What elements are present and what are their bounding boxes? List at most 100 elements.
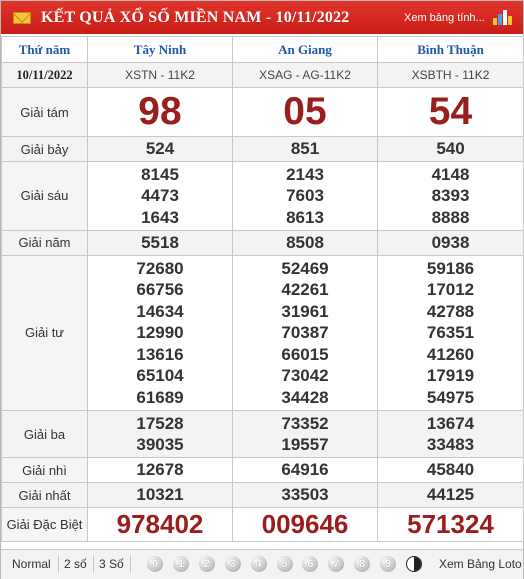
prize-cell: 45840	[377, 457, 524, 484]
draw-date: 10/11/2022	[1, 62, 88, 88]
option-normal[interactable]: Normal	[12, 557, 51, 571]
winning-number: 42788	[426, 301, 475, 321]
winning-number: 4473	[141, 186, 179, 206]
winning-number: 72680	[136, 258, 184, 278]
prize-cell: 54	[377, 87, 524, 137]
prize-cell: 33503	[232, 482, 378, 509]
winning-number: 73352	[281, 413, 329, 433]
winning-number: 73042	[281, 366, 329, 386]
winning-number: 2143	[286, 164, 324, 184]
winning-number: 10321	[136, 485, 184, 505]
prize-cell: 12678	[87, 457, 233, 484]
prize-label: Giải Đặc Biệt	[1, 507, 88, 543]
ticket-code: XSBTH - 11K2	[377, 62, 524, 88]
prize-cell: 64916	[232, 457, 378, 484]
winning-number: 34428	[281, 387, 329, 407]
winning-number: 7603	[286, 186, 324, 206]
option-3-so[interactable]: 3 Số	[99, 557, 124, 571]
prize-cell: 13674 33483	[377, 409, 524, 459]
divider	[130, 555, 131, 573]
winning-number: 64916	[281, 460, 329, 480]
winning-number: 65104	[136, 366, 184, 386]
winning-number: 17919	[426, 366, 475, 386]
winning-number: 851	[290, 139, 320, 159]
winning-number: 42261	[281, 280, 329, 300]
winning-number: 8613	[286, 207, 324, 227]
winning-number: 1643	[141, 207, 179, 227]
winning-number: 45840	[426, 460, 475, 480]
prize-label: Giải năm	[1, 229, 88, 256]
digit-ball-9[interactable]: 9	[380, 556, 397, 572]
winning-number: 76351	[426, 323, 475, 343]
prize-label: Giải nhì	[1, 457, 88, 484]
prize-label: Giải bảy	[1, 136, 88, 162]
prize-cell: 8145 4473 1643	[87, 161, 233, 231]
winning-number: 41260	[426, 344, 475, 364]
prize-cell: 59186 17012 42788 76351 41260 17919 54975	[377, 254, 524, 411]
prize-cell: 44125	[377, 482, 524, 509]
winning-number: 8508	[286, 233, 324, 253]
digit-ball-7[interactable]: 7	[328, 556, 345, 572]
winning-number: 8888	[431, 207, 470, 227]
weekday-header: Thứ năm	[1, 36, 88, 63]
lottery-widget: KẾT QUẢ XỔ SỐ MIỀN NAM - 10/11/2022 Xem …	[0, 0, 524, 579]
view-table-link[interactable]: Xem bảng tính...	[404, 12, 485, 24]
prize-cell: 2143 7603 8613	[232, 161, 378, 231]
results-header: KẾT QUẢ XỔ SỐ MIỀN NAM - 10/11/2022 Xem …	[1, 1, 523, 34]
winning-number: 13616	[136, 344, 184, 364]
option-2-so[interactable]: 2 số	[64, 557, 87, 571]
winning-number: 54975	[426, 387, 475, 407]
results-table: Thứ năm Tây Ninh An Giang Bình Thuận 10/…	[1, 36, 524, 543]
winning-number: 33503	[281, 485, 329, 505]
winning-number: 12990	[136, 323, 184, 343]
prize-cell: 8508	[232, 229, 378, 256]
prize-cell: 524	[87, 136, 233, 162]
ticket-code: XSTN - 11K2	[87, 62, 233, 88]
yin-yang-icon[interactable]	[406, 556, 422, 572]
digit-ball-8[interactable]: 8	[354, 556, 371, 572]
winning-number: 52469	[281, 258, 329, 278]
prize-label: Giải tám	[1, 87, 88, 137]
digit-ball-2[interactable]: 2	[198, 556, 215, 572]
winning-number: 39035	[136, 435, 184, 455]
digit-ball-3[interactable]: 3	[224, 556, 241, 572]
prize-cell: 851	[232, 136, 378, 162]
winning-number: 13674	[426, 413, 475, 433]
prize-cell: 05	[232, 87, 378, 137]
digit-ball-0[interactable]: 0	[147, 556, 163, 572]
winning-number: 98	[138, 90, 182, 133]
province-header-tay-ninh[interactable]: Tây Ninh	[87, 36, 233, 63]
results-title: KẾT QUẢ XỔ SỐ MIỀN NAM - 10/11/2022	[41, 9, 350, 26]
winning-number: 59186	[426, 258, 475, 278]
digit-ball-1[interactable]: 1	[172, 556, 189, 572]
winning-number: 571324	[407, 509, 494, 540]
prize-cell: 73352 19557	[232, 409, 378, 459]
winning-number: 009646	[261, 509, 349, 540]
prize-cell: 10321	[87, 482, 233, 509]
winning-number: 540	[436, 139, 465, 159]
province-header-an-giang[interactable]: An Giang	[232, 36, 378, 63]
winning-number: 0938	[431, 233, 470, 253]
prize-cell: 978402	[87, 507, 233, 543]
winning-number: 05	[283, 90, 327, 133]
digit-ball-4[interactable]: 4	[250, 556, 267, 572]
bar-chart-icon[interactable]	[493, 10, 513, 25]
winning-number: 14634	[136, 301, 184, 321]
prize-label: Giải tư	[1, 254, 88, 411]
winning-number: 19557	[281, 435, 329, 455]
winning-number: 66015	[281, 344, 329, 364]
winning-number: 4148	[431, 164, 470, 184]
winning-number: 8145	[141, 164, 179, 184]
view-loto-link[interactable]: Xem Bảng Loto	[439, 557, 522, 571]
prize-cell: 5518	[87, 229, 233, 256]
province-header-binh-thuan[interactable]: Bình Thuận	[377, 36, 524, 63]
winning-number: 33483	[426, 435, 475, 455]
prize-cell: 009646	[232, 507, 378, 543]
ticket-code: XSAG - AG-11K2	[232, 62, 378, 88]
winning-number: 8393	[431, 186, 470, 206]
digit-ball-5[interactable]: 5	[276, 556, 293, 572]
prize-cell: 98	[87, 87, 233, 137]
digit-ball-6[interactable]: 6	[302, 556, 319, 572]
envelope-icon	[13, 12, 31, 24]
winning-number: 44125	[426, 485, 475, 505]
